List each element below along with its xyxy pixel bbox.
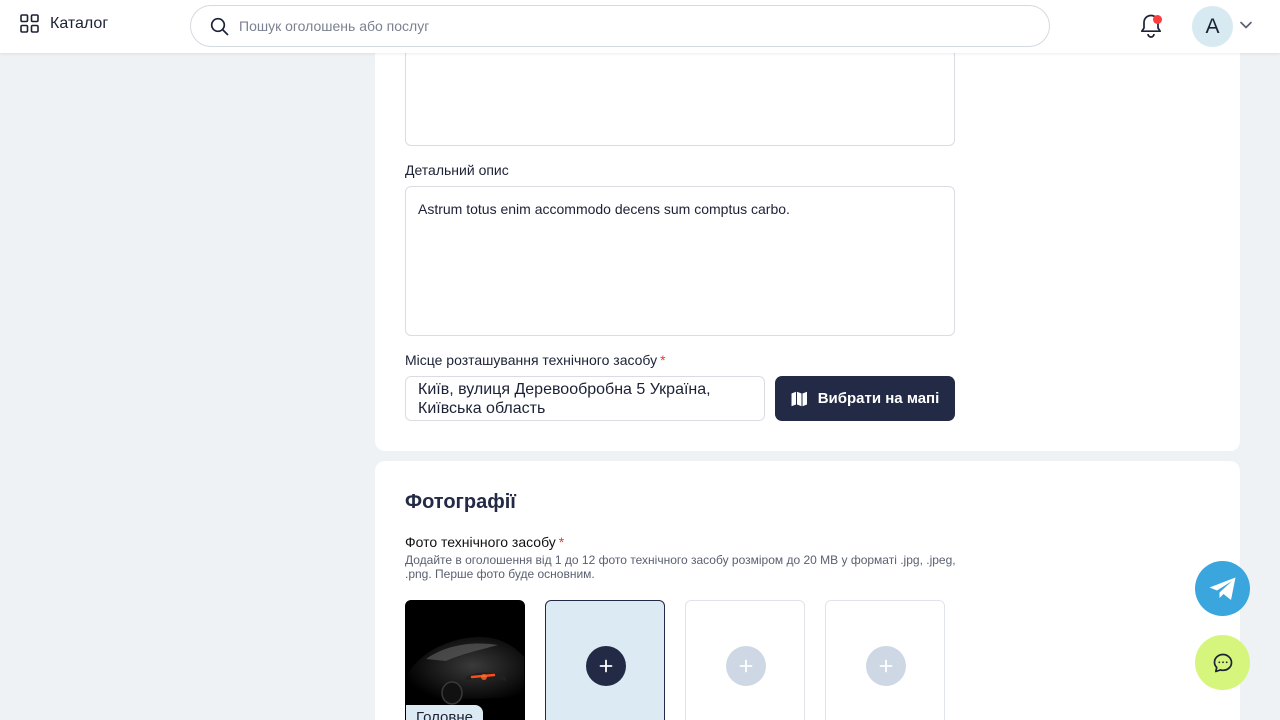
detail-description-label: Детальний опис — [405, 162, 509, 178]
choose-on-map-button[interactable]: Вибрати на мапі — [775, 376, 955, 421]
chat-icon — [1213, 653, 1232, 672]
choose-on-map-label: Вибрати на мапі — [817, 390, 940, 407]
location-label: Місце розташування технічного засобу * — [405, 352, 666, 368]
car-photo — [406, 601, 524, 720]
chevron-down-icon[interactable] — [1240, 21, 1252, 29]
plus-icon — [879, 659, 893, 673]
catalog-label: Каталог — [50, 14, 109, 32]
location-label-text: Місце розташування технічного засобу — [405, 352, 658, 368]
avatar-initial: A — [1205, 14, 1220, 38]
photos-section-title: Фотографії — [405, 491, 516, 513]
short-description-field[interactable] — [405, 40, 955, 146]
photo-tile-main[interactable]: Головне — [405, 600, 525, 720]
detail-description-field[interactable]: Astrum totus enim accommodo decens sum c… — [405, 186, 955, 336]
add-photo-tile[interactable] — [545, 600, 665, 720]
notification-dot — [1153, 15, 1162, 24]
location-input[interactable]: Київ, вулиця Деревообробна 5 Україна, Ки… — [405, 376, 765, 421]
photos-card: Фотографії Фото технічного засобу * Додай… — [375, 461, 1240, 720]
plus-icon — [599, 659, 613, 673]
main-photo-badge: Головне — [406, 705, 483, 720]
map-icon — [791, 391, 807, 406]
grid-icon — [20, 14, 39, 33]
photo-field-label-text: Фото технічного засобу — [405, 534, 556, 550]
support-chat-button[interactable] — [1195, 635, 1250, 690]
search-icon — [210, 17, 229, 35]
add-photo-placeholder — [726, 646, 766, 686]
catalog-button[interactable]: Каталог — [20, 14, 108, 33]
required-mark: * — [558, 534, 565, 550]
search-bar[interactable] — [190, 5, 1050, 47]
details-card: Детальний опис Astrum totus enim accommo… — [375, 40, 1240, 451]
avatar[interactable]: A — [1192, 6, 1233, 47]
plus-icon — [739, 659, 753, 673]
top-header: Каталог A — [0, 0, 1280, 53]
telegram-button[interactable] — [1195, 561, 1250, 616]
notifications-button[interactable] — [1139, 13, 1163, 44]
add-photo-button[interactable] — [586, 646, 626, 686]
add-photo-placeholder — [866, 646, 906, 686]
search-input[interactable] — [239, 18, 999, 34]
detail-description-value: Astrum totus enim accommodo decens sum c… — [418, 201, 790, 217]
required-mark: * — [660, 352, 666, 368]
empty-photo-tile — [685, 600, 805, 720]
location-value: Київ, вулиця Деревообробна 5 Україна, Ки… — [418, 381, 711, 417]
photo-field-label: Фото технічного засобу * — [405, 534, 564, 550]
empty-photo-tile — [825, 600, 945, 720]
photo-hint: Додайте в оголошення від 1 до 12 фото те… — [405, 553, 956, 581]
telegram-icon — [1209, 577, 1235, 600]
